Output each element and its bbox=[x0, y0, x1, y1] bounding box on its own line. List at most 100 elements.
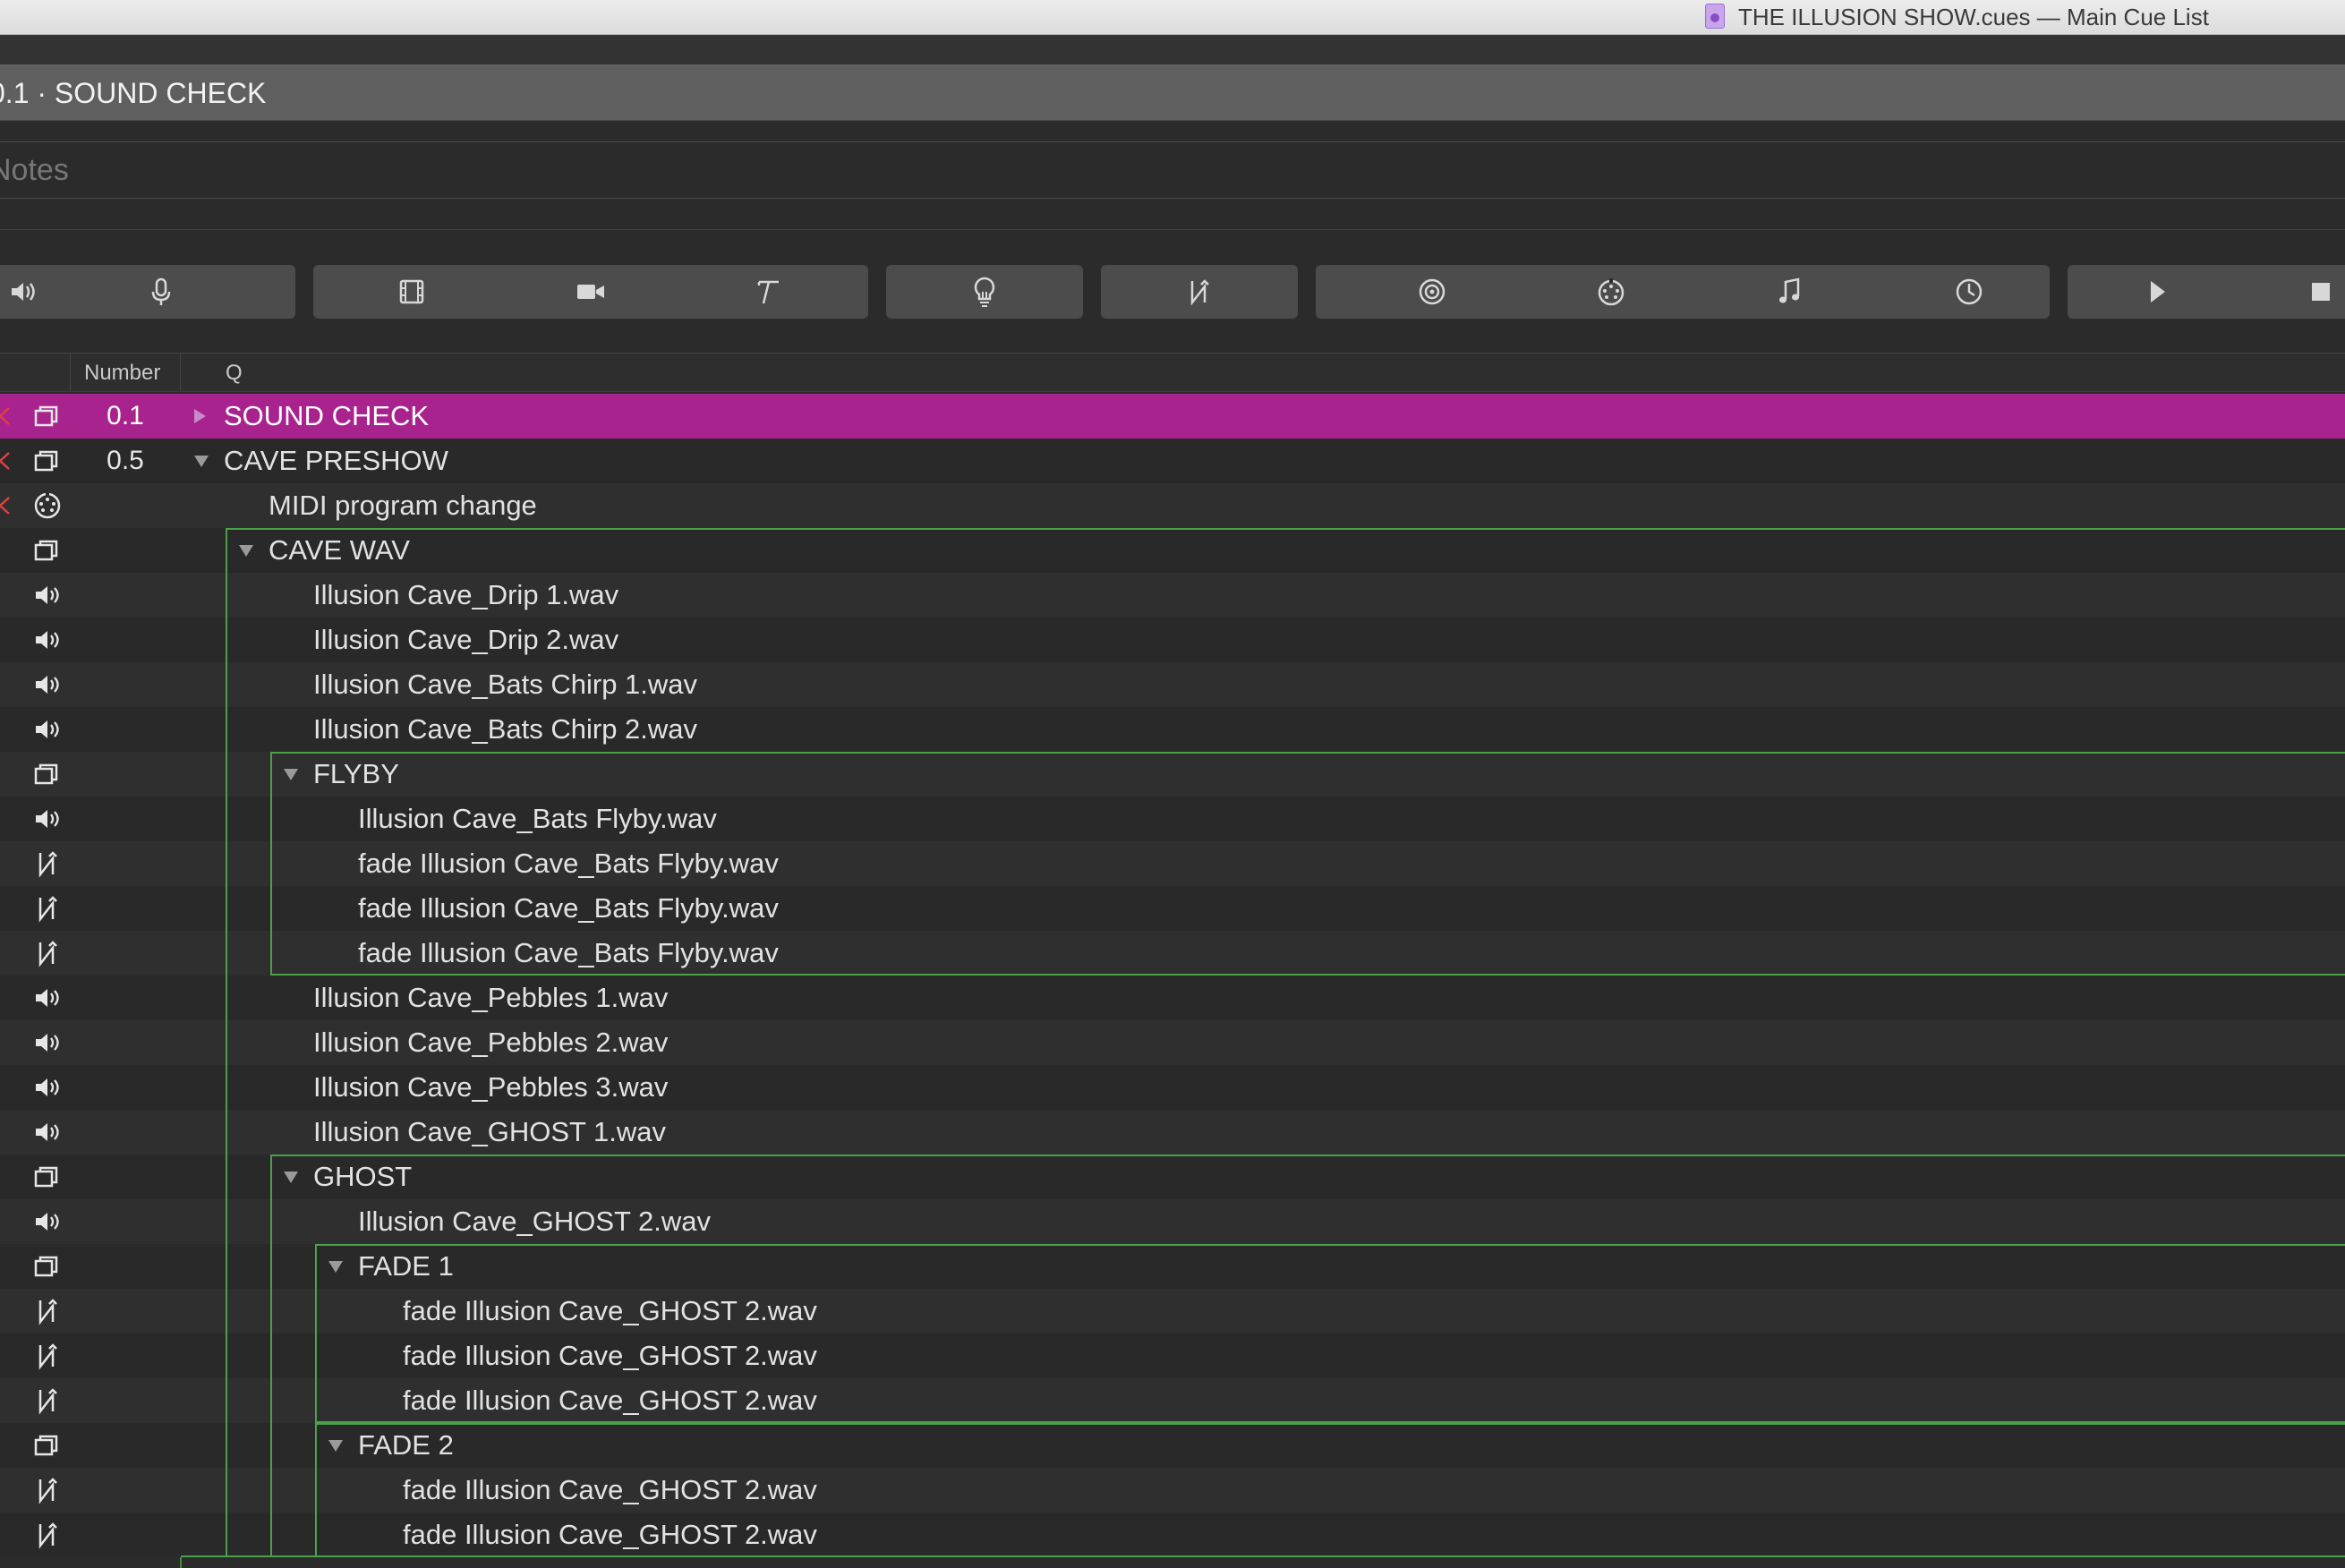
cue-row[interactable]: FADE 2 bbox=[0, 1423, 2345, 1468]
cue-row[interactable]: Illusion Cave_Bats Flyby.wav bbox=[0, 797, 2345, 841]
cue-name[interactable]: fade Illusion Cave_GHOST 2.wav bbox=[403, 1386, 817, 1415]
cue-row[interactable]: fade Illusion Cave_GHOST 2.wav bbox=[0, 1513, 2345, 1557]
cue-row[interactable]: Illusion Cave_GHOST 1.wav bbox=[0, 1110, 2345, 1155]
new-start-cue-button[interactable] bbox=[2126, 265, 2188, 319]
new-wait-cue-button[interactable] bbox=[1938, 265, 2000, 319]
new-network-cue-button[interactable] bbox=[1401, 265, 1463, 319]
cue-row[interactable]: fade Illusion Cave_Bats Flyby.wav bbox=[0, 841, 2345, 886]
cue-row[interactable]: Illusion Cave_Drip 1.wav bbox=[0, 573, 2345, 618]
broken-status-icon bbox=[0, 406, 14, 426]
window-title-bar: THE ILLUSION SHOW.cues — Main Cue List bbox=[0, 0, 2345, 35]
disclosure-triangle-collapsed[interactable] bbox=[194, 409, 206, 423]
cue-name[interactable]: fade Illusion Cave_GHOST 2.wav bbox=[403, 1476, 817, 1504]
text-icon bbox=[757, 280, 779, 304]
cue-name[interactable]: Illusion Cave_Pebbles 3.wav bbox=[313, 1073, 668, 1102]
cue-row[interactable]: Illusion Cave_Bats Chirp 2.wav bbox=[0, 707, 2345, 752]
music-icon bbox=[1779, 277, 1800, 303]
cue-name[interactable]: Illusion Cave_Pebbles 2.wav bbox=[313, 1028, 668, 1057]
cue-number[interactable]: 0.1 bbox=[72, 402, 179, 430]
cue-name[interactable]: Illusion Cave_Bats Chirp 1.wav bbox=[313, 670, 697, 699]
row-background bbox=[0, 886, 2345, 931]
cue-row[interactable]: FLYBY bbox=[0, 752, 2345, 797]
column-header-q[interactable]: Q bbox=[226, 361, 243, 386]
timer-icon bbox=[1956, 278, 1983, 305]
cue-row[interactable]: MIDI program change bbox=[0, 483, 2345, 528]
cue-row[interactable]: Illusion Cave_Bats Chirp 1.wav bbox=[0, 662, 2345, 707]
toolbar-group-audio bbox=[0, 265, 295, 319]
cue-row[interactable]: fade Illusion Cave_GHOST 2.wav bbox=[0, 1378, 2345, 1423]
toolbar-group-fade bbox=[1101, 265, 1298, 319]
broken-status-icon bbox=[0, 451, 14, 471]
cue-row[interactable]: fade Illusion Cave_Bats Flyby.wav bbox=[0, 886, 2345, 931]
new-midi-cue-button[interactable] bbox=[1580, 265, 1642, 319]
new-light-cue-button[interactable] bbox=[953, 265, 1016, 319]
cue-name[interactable]: SOUND CHECK bbox=[224, 402, 429, 430]
cue-name[interactable]: Illusion Cave_Pebbles 1.wav bbox=[313, 984, 668, 1012]
cue-row[interactable]: Illusion Cave_Pebbles 2.wav bbox=[0, 1020, 2345, 1065]
audio-cue-icon bbox=[32, 1073, 63, 1102]
toolbar-group-control bbox=[1316, 265, 2050, 319]
group-cue-icon bbox=[32, 536, 63, 565]
new-mic-cue-button[interactable] bbox=[130, 265, 192, 319]
cue-name[interactable]: fade Illusion Cave_GHOST 2.wav bbox=[403, 1521, 817, 1549]
cue-number[interactable]: 0.5 bbox=[72, 447, 179, 475]
cue-name[interactable]: fade Illusion Cave_GHOST 2.wav bbox=[403, 1297, 817, 1325]
cue-name[interactable]: Illusion Cave_Bats Flyby.wav bbox=[358, 805, 717, 833]
cue-row[interactable]: 0.5 CAVE PRESHOW bbox=[0, 439, 2345, 483]
disclosure-triangle-expanded[interactable] bbox=[239, 545, 253, 557]
audio-cue-icon bbox=[32, 715, 63, 744]
fade-cue-icon bbox=[32, 1342, 63, 1370]
new-text-cue-button[interactable] bbox=[737, 265, 799, 319]
cue-name[interactable]: Illusion Cave_Bats Chirp 2.wav bbox=[313, 715, 697, 744]
cue-name[interactable]: FADE 1 bbox=[358, 1252, 454, 1281]
cue-row[interactable]: GHOST bbox=[0, 1155, 2345, 1199]
cue-row[interactable]: fade Illusion Cave_GHOST 2.wav bbox=[0, 1334, 2345, 1378]
audio-cue-icon bbox=[32, 670, 63, 699]
new-camera-cue-button[interactable] bbox=[559, 265, 622, 319]
disclosure-triangle-expanded[interactable] bbox=[328, 1440, 343, 1452]
selected-cue-title[interactable]: 0.1 · SOUND CHECK bbox=[0, 77, 266, 109]
midi-icon bbox=[1598, 278, 1624, 306]
cue-row[interactable]: fade Illusion Cave_GHOST 2.wav bbox=[0, 1468, 2345, 1513]
row-background bbox=[0, 1378, 2345, 1423]
cue-name[interactable]: fade Illusion Cave_Bats Flyby.wav bbox=[358, 939, 779, 967]
new-music-cue-button[interactable] bbox=[1759, 265, 1821, 319]
notes-field[interactable]: Notes bbox=[0, 141, 2345, 199]
cue-name[interactable]: FLYBY bbox=[313, 760, 399, 788]
cue-row[interactable]: fade Illusion Cave_GHOST 2.wav bbox=[0, 1289, 2345, 1334]
disclosure-triangle-expanded[interactable] bbox=[328, 1261, 343, 1273]
cue-name[interactable]: MIDI program change bbox=[269, 491, 537, 520]
cue-name[interactable]: fade Illusion Cave_Bats Flyby.wav bbox=[358, 894, 779, 923]
row-background bbox=[0, 931, 2345, 976]
new-fade-cue-button[interactable] bbox=[1168, 265, 1231, 319]
new-video-cue-button[interactable] bbox=[380, 265, 443, 319]
window-title: THE ILLUSION SHOW.cues — Main Cue List bbox=[1738, 4, 2209, 30]
cue-name[interactable]: Illusion Cave_Drip 2.wav bbox=[313, 626, 618, 654]
cue-row[interactable]: Illusion Cave_Pebbles 3.wav bbox=[0, 1065, 2345, 1110]
fade-cue-icon bbox=[32, 1521, 63, 1549]
new-stop-cue-button[interactable] bbox=[2290, 265, 2345, 319]
disclosure-triangle-expanded[interactable] bbox=[284, 769, 298, 780]
cue-name[interactable]: fade Illusion Cave_GHOST 2.wav bbox=[403, 1342, 817, 1370]
column-header-number[interactable]: Number bbox=[84, 361, 160, 386]
cue-row[interactable]: fade Illusion Cave_Bats Flyby.wav bbox=[0, 931, 2345, 976]
disclosure-triangle-expanded[interactable] bbox=[284, 1172, 298, 1183]
new-audio-cue-button[interactable] bbox=[0, 265, 54, 319]
cue-name[interactable]: fade Illusion Cave_Bats Flyby.wav bbox=[358, 849, 779, 878]
cue-name[interactable]: CAVE WAV bbox=[269, 536, 410, 565]
video-icon bbox=[399, 279, 424, 304]
cue-row[interactable]: Illusion Cave_Drip 2.wav bbox=[0, 618, 2345, 662]
cue-row[interactable]: FADE 1 bbox=[0, 1244, 2345, 1289]
cue-name[interactable]: Illusion Cave_GHOST 2.wav bbox=[358, 1207, 711, 1236]
cue-row[interactable]: Illusion Cave_Pebbles 1.wav bbox=[0, 976, 2345, 1020]
cue-row[interactable]: 0.1 SOUND CHECK bbox=[0, 394, 2345, 439]
cue-row[interactable]: Illusion Cave_GHOST 2.wav bbox=[0, 1199, 2345, 1244]
cue-name[interactable]: Illusion Cave_Drip 1.wav bbox=[313, 581, 618, 609]
toolbar-group-video bbox=[313, 265, 868, 319]
disclosure-triangle-expanded[interactable] bbox=[194, 456, 209, 467]
cue-row[interactable]: CAVE WAV bbox=[0, 528, 2345, 573]
cue-name[interactable]: GHOST bbox=[313, 1163, 412, 1191]
cue-name[interactable]: FADE 2 bbox=[358, 1431, 454, 1460]
cue-name[interactable]: CAVE PRESHOW bbox=[224, 447, 448, 475]
cue-name[interactable]: Illusion Cave_GHOST 1.wav bbox=[313, 1118, 666, 1146]
